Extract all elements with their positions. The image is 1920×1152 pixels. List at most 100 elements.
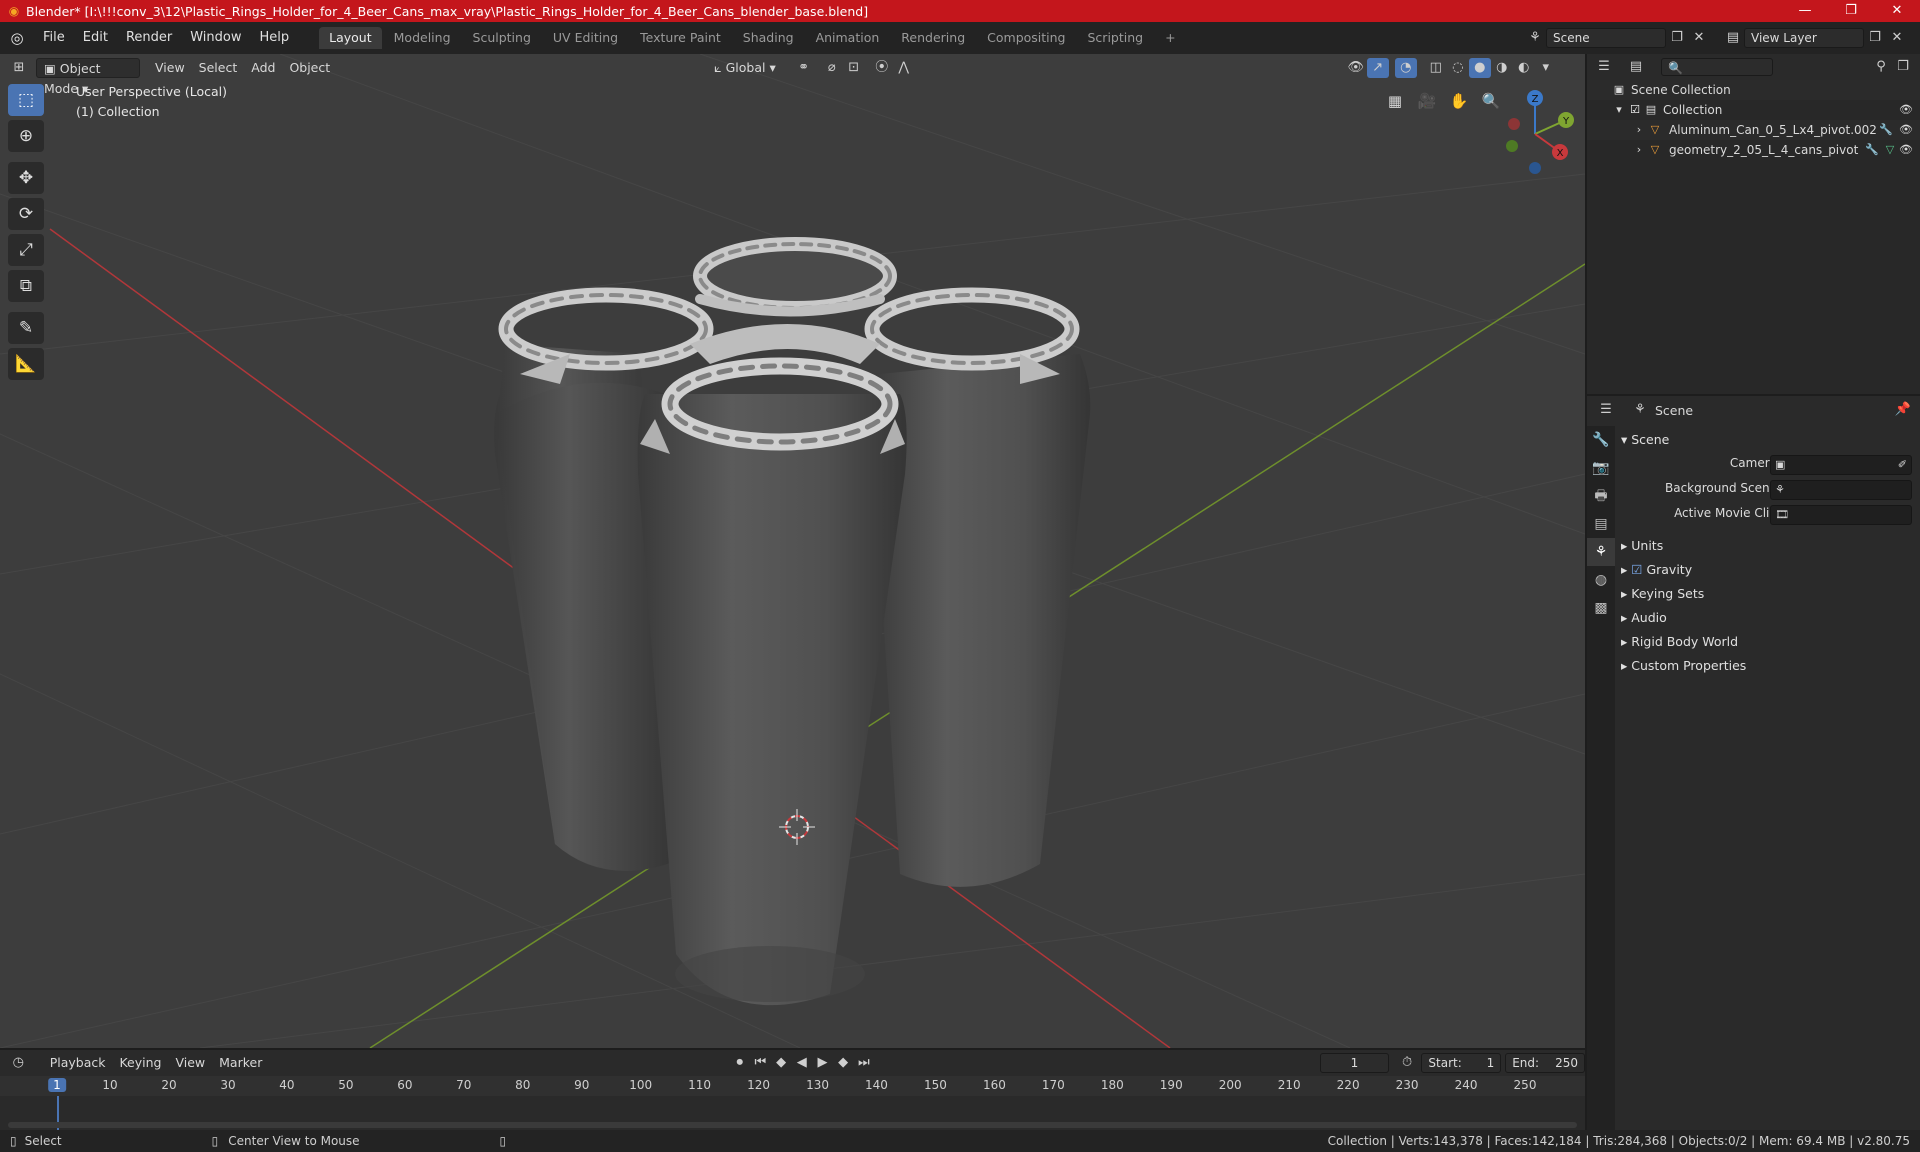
scene-icon[interactable]: ⚘ [1524, 28, 1546, 48]
audio-section[interactable]: ▸ Audio [1621, 606, 1667, 630]
world-tab-icon[interactable]: ◍ [1587, 566, 1615, 594]
ortho-toggle-icon[interactable]: ▦ [1382, 88, 1408, 114]
menu-file[interactable]: File [34, 22, 74, 54]
pivot-point-icon[interactable]: ⚭ [793, 58, 815, 78]
snap-icon[interactable]: ⌀ [821, 58, 843, 78]
current-frame-field[interactable]: 1 [1320, 1053, 1389, 1073]
modifier-wrench-icon[interactable]: 🔧 [1864, 140, 1880, 160]
gravity-checkbox[interactable]: ☑ [1631, 562, 1646, 577]
modifier-wrench-icon[interactable]: 🔧 [1878, 120, 1894, 140]
keying-sets-section[interactable]: ▸ Keying Sets [1621, 582, 1704, 606]
xray-toggle-icon[interactable]: ◫ [1425, 58, 1447, 78]
scene-tab-icon[interactable]: ⚘ [1587, 538, 1615, 566]
new-scene-icon[interactable]: ❐ [1666, 28, 1688, 48]
outliner-collection[interactable]: ▾ ☑ ▤ Collection 👁 [1587, 100, 1920, 120]
shading-options-icon[interactable]: ▾ [1535, 58, 1557, 78]
viewport-menu-object[interactable]: Object [282, 58, 337, 78]
view-layer-tab-icon[interactable]: ▤ [1587, 510, 1615, 538]
menu-help[interactable]: Help [251, 22, 299, 54]
rotate-tool-icon[interactable]: ⟳ [8, 198, 44, 230]
menu-edit[interactable]: Edit [74, 22, 117, 54]
move-tool-icon[interactable]: ✥ [8, 162, 44, 194]
minimize-button[interactable]: — [1782, 0, 1828, 22]
select-box-tool-icon[interactable]: ⬚ [8, 84, 44, 116]
timeline-menu-playback[interactable]: Playback [43, 1053, 113, 1073]
viewport-menu-add[interactable]: Add [244, 58, 282, 78]
delete-scene-icon[interactable]: ✕ [1688, 28, 1710, 48]
proportional-falloff-icon[interactable]: ⋀ [893, 58, 915, 78]
background-scene-field[interactable]: ⚘ [1770, 480, 1912, 500]
start-frame-field[interactable]: Start: 1 [1421, 1053, 1502, 1073]
visibility-icon[interactable]: 👁 [1345, 58, 1367, 78]
render-tab-icon[interactable]: 📷 [1587, 454, 1615, 482]
view-layer-field[interactable]: View Layer [1744, 28, 1864, 48]
tab-sculpting[interactable]: Sculpting [463, 27, 541, 49]
menu-window[interactable]: Window [181, 22, 250, 54]
cursor-tool-icon[interactable]: ⊕ [8, 120, 44, 152]
scene-name-field[interactable]: Scene [1546, 28, 1666, 48]
collection-checkbox[interactable]: ☑ [1627, 100, 1643, 120]
material-shading-icon[interactable]: ◑ [1491, 58, 1513, 78]
outliner-object-row[interactable]: › ▽ Aluminum_Can_0_5_Lx4_pivot.002 🔧 👁 [1587, 120, 1920, 140]
mesh-data-icon[interactable]: ▽ [1882, 140, 1898, 160]
tab-scripting[interactable]: Scripting [1078, 27, 1154, 49]
annotate-tool-icon[interactable]: ✎ [8, 312, 44, 344]
proportional-edit-icon[interactable]: ⦿ [871, 58, 893, 78]
wireframe-shading-icon[interactable]: ◌ [1447, 58, 1469, 78]
timeline-editor-icon[interactable]: ◷ [8, 1053, 29, 1073]
outliner-scene-collection[interactable]: ▣ Scene Collection [1587, 80, 1920, 100]
custom-properties-section[interactable]: ▸ Custom Properties [1621, 654, 1746, 678]
eyedropper-icon[interactable]: ✐ [1898, 456, 1907, 474]
eye-icon[interactable]: 👁 [1898, 100, 1914, 120]
active-movie-clip-field[interactable]: 🎞 [1770, 505, 1912, 525]
rigid-body-world-section[interactable]: ▸ Rigid Body World [1621, 630, 1738, 654]
jump-end-icon[interactable]: ⏭ [853, 1053, 874, 1073]
solid-shading-icon[interactable]: ● [1468, 58, 1491, 78]
overlay-toggle-icon[interactable]: ◔ [1394, 58, 1417, 78]
tab-uv-editing[interactable]: UV Editing [543, 27, 628, 49]
view-layer-icon[interactable]: ▤ [1722, 28, 1744, 48]
close-button[interactable]: ✕ [1874, 0, 1920, 22]
pan-view-icon[interactable]: ✋ [1446, 88, 1472, 114]
transform-tool-icon[interactable]: ⧉ [8, 270, 44, 302]
jump-start-icon[interactable]: ⏮ [750, 1053, 771, 1073]
eye-icon[interactable]: 👁 [1898, 120, 1914, 140]
play-icon[interactable]: ▶ [812, 1053, 833, 1073]
gizmo-toggle-icon[interactable]: ↗ [1366, 58, 1389, 78]
tab-compositing[interactable]: Compositing [977, 27, 1075, 49]
output-tab-icon[interactable]: 🖶 [1587, 482, 1615, 510]
clock-icon[interactable]: ⏱ [1397, 1053, 1418, 1073]
timeline-area[interactable] [0, 1096, 1585, 1130]
tab-texture-paint[interactable]: Texture Paint [630, 27, 731, 49]
object-mode-dropdown[interactable]: ▣ Object Mode ▾ [36, 58, 140, 96]
timeline-menu-marker[interactable]: Marker [212, 1053, 269, 1073]
outliner-editor-icon[interactable]: ☰ [1593, 57, 1615, 77]
tab-modeling[interactable]: Modeling [384, 27, 461, 49]
snap-target-icon[interactable]: ⊡ [843, 58, 865, 78]
gravity-section[interactable]: ▸ ☑ Gravity [1621, 558, 1692, 582]
play-reverse-icon[interactable]: ◀ [791, 1053, 812, 1073]
camera-field[interactable]: ▣ ✐ [1770, 455, 1912, 475]
expand-arrow-icon[interactable]: › [1631, 120, 1647, 140]
outliner-search-input[interactable]: 🔍 [1661, 58, 1773, 76]
scale-tool-icon[interactable]: ⤢ [8, 234, 44, 266]
transform-orientation-dropdown[interactable]: ⟀ Global ▾ [707, 58, 783, 78]
next-keyframe-icon[interactable]: ◆ [833, 1053, 854, 1073]
viewport-menu-select[interactable]: Select [192, 58, 245, 78]
expand-arrow-icon[interactable]: ▾ [1611, 100, 1627, 120]
editor-type-icon[interactable]: ⊞ [8, 58, 30, 78]
end-frame-field[interactable]: End: 250 [1505, 1053, 1586, 1073]
timeline-scrollbar[interactable] [8, 1122, 1577, 1128]
properties-editor-icon[interactable]: ☰ [1595, 400, 1617, 420]
display-mode-icon[interactable]: ▤ [1625, 57, 1647, 77]
viewport-menu-view[interactable]: View [148, 58, 192, 78]
navigation-gizmo[interactable]: Z Y X [1490, 84, 1580, 184]
tab-layout[interactable]: Layout [319, 27, 382, 49]
texture-tab-icon[interactable]: ▩ [1587, 594, 1615, 622]
expand-arrow-icon[interactable]: › [1631, 140, 1647, 160]
record-icon[interactable]: ⏺ [729, 1053, 750, 1073]
filter-icon[interactable]: ⚲ [1870, 57, 1892, 77]
pin-icon[interactable]: 📌 [1892, 400, 1914, 420]
delete-view-layer-icon[interactable]: ✕ [1886, 28, 1908, 48]
maximize-button[interactable]: ❐ [1828, 0, 1874, 22]
